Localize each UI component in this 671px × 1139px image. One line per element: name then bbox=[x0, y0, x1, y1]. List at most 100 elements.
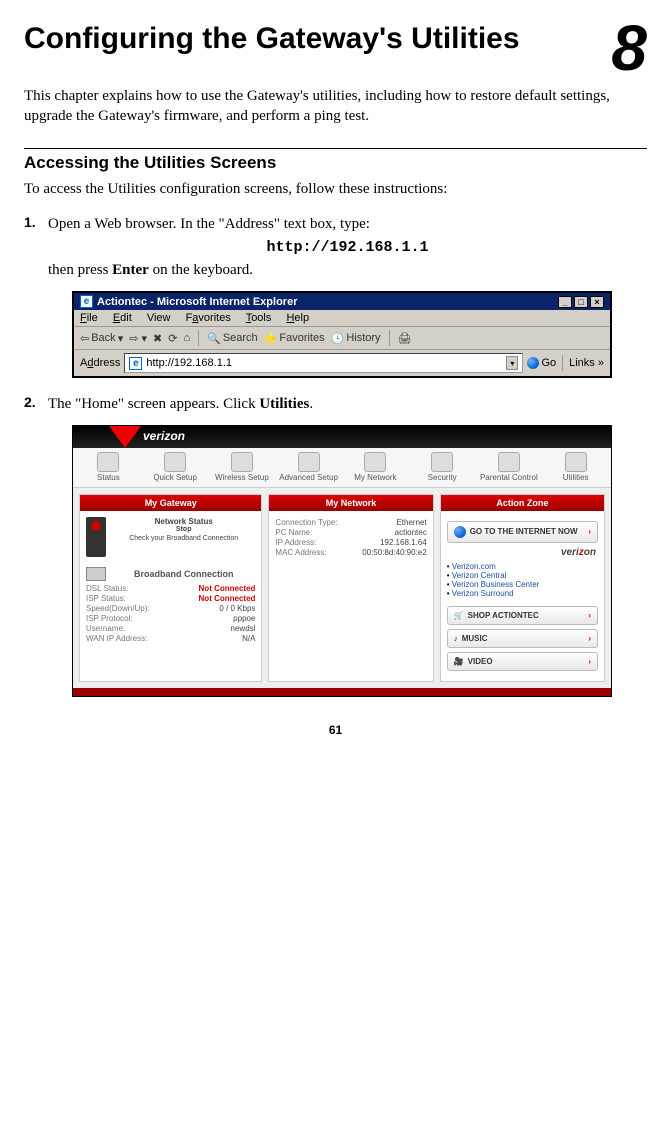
link-verizon-surround[interactable]: Verizon Surround bbox=[447, 589, 598, 598]
step-2-utilities: Utilities bbox=[259, 396, 309, 412]
search-button[interactable]: 🔍 Search bbox=[207, 332, 258, 345]
link-verizon-com[interactable]: Verizon.com bbox=[447, 562, 598, 571]
refresh-button[interactable]: ⟳ bbox=[168, 332, 177, 345]
conn-type-label: Connection Type: bbox=[275, 518, 337, 527]
status-icon bbox=[97, 452, 119, 472]
go-internet-button[interactable]: GO TO THE INTERNET NOW › bbox=[447, 521, 598, 543]
network-icon bbox=[364, 452, 386, 472]
cart-icon: 🛒 bbox=[454, 611, 464, 620]
address-value: http://192.168.1.1 bbox=[146, 357, 232, 369]
toolbar-separator bbox=[562, 355, 563, 371]
dsl-status-value: Not Connected bbox=[199, 584, 256, 593]
wan-ip-value: N/A bbox=[242, 634, 255, 643]
gateway-main: My Gateway Network Status Stop Check you… bbox=[73, 488, 611, 688]
go-button[interactable]: Go bbox=[527, 357, 556, 369]
modem-icon bbox=[86, 567, 106, 581]
tab-security[interactable]: Security bbox=[409, 452, 476, 483]
step-2-text-pre: The "Home" screen appears. Click bbox=[48, 396, 259, 412]
stop-button[interactable]: ✖ bbox=[153, 332, 162, 345]
menu-edit[interactable]: Edit bbox=[113, 312, 132, 324]
go-icon bbox=[527, 357, 539, 369]
wireless-icon bbox=[231, 452, 253, 472]
tab-status[interactable]: Status bbox=[75, 452, 142, 483]
step-1-text-a: Open a Web browser. In the "Address" tex… bbox=[48, 216, 370, 232]
menu-view[interactable]: View bbox=[147, 312, 171, 324]
section-heading: Accessing the Utilities Screens bbox=[24, 153, 647, 173]
pc-name-value: actiontec bbox=[395, 528, 427, 537]
utilities-icon bbox=[565, 452, 587, 472]
my-network-panel: My Network Connection Type:Ethernet PC N… bbox=[268, 494, 433, 682]
ie-toolbar: ⇦ Back ▾ ⇨ ▾ ✖ ⟳ ⌂ 🔍 Search ⭐ Favorites … bbox=[74, 327, 610, 350]
broadband-title: Broadband Connection bbox=[112, 569, 255, 579]
verizon-mini-logo: verizon bbox=[449, 547, 596, 558]
speed-label: Speed(Down/Up): bbox=[86, 604, 150, 613]
ie-menubar: File Edit View Favorites Tools Help bbox=[74, 310, 610, 327]
back-button[interactable]: ⇦ Back ▾ bbox=[80, 332, 123, 345]
maximize-button[interactable]: □ bbox=[574, 296, 588, 308]
chapter-intro: This chapter explains how to use the Gat… bbox=[24, 86, 647, 127]
video-button[interactable]: 🎥VIDEO › bbox=[447, 652, 598, 671]
action-zone-header: Action Zone bbox=[441, 495, 604, 511]
address-label: Address bbox=[80, 357, 120, 369]
speed-value: 0 / 0 Kbps bbox=[219, 604, 255, 613]
ip-address-value: 192.168.1.64 bbox=[380, 538, 427, 547]
advanced-icon bbox=[298, 452, 320, 472]
step-number: 2. bbox=[24, 394, 48, 410]
gateway-footer-bar bbox=[73, 688, 611, 696]
music-button[interactable]: ♪MUSIC › bbox=[447, 629, 598, 648]
step-1-text-b-post: on the keyboard. bbox=[149, 262, 253, 278]
address-dropdown[interactable]: ▾ bbox=[506, 356, 518, 370]
link-verizon-central[interactable]: Verizon Central bbox=[447, 571, 598, 580]
home-button[interactable]: ⌂ bbox=[183, 332, 190, 344]
step-1-body: Open a Web browser. In the "Address" tex… bbox=[48, 214, 647, 281]
print-button[interactable]: 🖨 bbox=[398, 332, 412, 345]
shop-actiontec-button[interactable]: 🛒SHOP ACTIONTEC › bbox=[447, 606, 598, 625]
network-status-stop: Stop bbox=[112, 526, 255, 533]
chevron-right-icon: › bbox=[588, 657, 591, 666]
action-zone-panel: Action Zone GO TO THE INTERNET NOW › ver… bbox=[440, 494, 605, 682]
ie-page-icon: e bbox=[129, 357, 142, 370]
tab-utilities[interactable]: Utilities bbox=[542, 452, 609, 483]
minimize-button[interactable]: _ bbox=[558, 296, 572, 308]
section-divider bbox=[24, 148, 647, 149]
chapter-number: 8 bbox=[611, 16, 647, 80]
tab-advanced-setup[interactable]: Advanced Setup bbox=[275, 452, 342, 483]
parental-icon bbox=[498, 452, 520, 472]
mac-address-value: 00:50:8d:40:90:e2 bbox=[362, 548, 427, 557]
pc-name-label: PC Name: bbox=[275, 528, 312, 537]
address-input[interactable]: e http://192.168.1.1 ▾ bbox=[124, 353, 523, 373]
music-icon: ♪ bbox=[454, 634, 458, 643]
chapter-title: Configuring the Gateway's Utilities bbox=[24, 20, 603, 58]
ie-titlebar: e Actiontec - Microsoft Internet Explore… bbox=[74, 293, 610, 310]
mac-address-label: MAC Address: bbox=[275, 548, 326, 557]
check-connection-link[interactable]: Check your Broadband Connection bbox=[112, 535, 255, 542]
globe-icon bbox=[454, 526, 466, 538]
toolbar-separator bbox=[198, 330, 199, 346]
wan-ip-label: WAN IP Address: bbox=[86, 634, 147, 643]
my-gateway-panel: My Gateway Network Status Stop Check you… bbox=[79, 494, 262, 682]
isp-protocol-value: pppoe bbox=[233, 614, 255, 623]
menu-tools[interactable]: Tools bbox=[246, 312, 272, 324]
menu-help[interactable]: Help bbox=[286, 312, 309, 324]
chevron-right-icon: › bbox=[588, 634, 591, 643]
tab-my-network[interactable]: My Network bbox=[342, 452, 409, 483]
history-button[interactable]: 🕓 History bbox=[331, 332, 381, 345]
dsl-status-label: DSL Status: bbox=[86, 584, 128, 593]
tab-quick-setup[interactable]: Quick Setup bbox=[142, 452, 209, 483]
link-verizon-business[interactable]: Verizon Business Center bbox=[447, 580, 598, 589]
username-value: newdsl bbox=[231, 624, 256, 633]
network-status-title: Network Status bbox=[112, 517, 255, 526]
close-button[interactable]: × bbox=[590, 296, 604, 308]
isp-status-label: ISP Status: bbox=[86, 594, 126, 603]
forward-button[interactable]: ⇨ ▾ bbox=[129, 332, 147, 345]
ip-address-label: IP Address: bbox=[275, 538, 316, 547]
menu-file[interactable]: File bbox=[80, 312, 98, 324]
tab-parental-control[interactable]: Parental Control bbox=[476, 452, 543, 483]
verizon-links: Verizon.com Verizon Central Verizon Busi… bbox=[447, 562, 598, 598]
links-button[interactable]: Links » bbox=[569, 357, 604, 369]
ie-logo-icon: e bbox=[80, 295, 93, 308]
favorites-button[interactable]: ⭐ Favorites bbox=[264, 332, 325, 345]
gateway-topbar: verizon bbox=[73, 426, 611, 448]
tab-wireless-setup[interactable]: Wireless Setup bbox=[209, 452, 276, 483]
menu-favorites[interactable]: Favorites bbox=[186, 312, 231, 324]
